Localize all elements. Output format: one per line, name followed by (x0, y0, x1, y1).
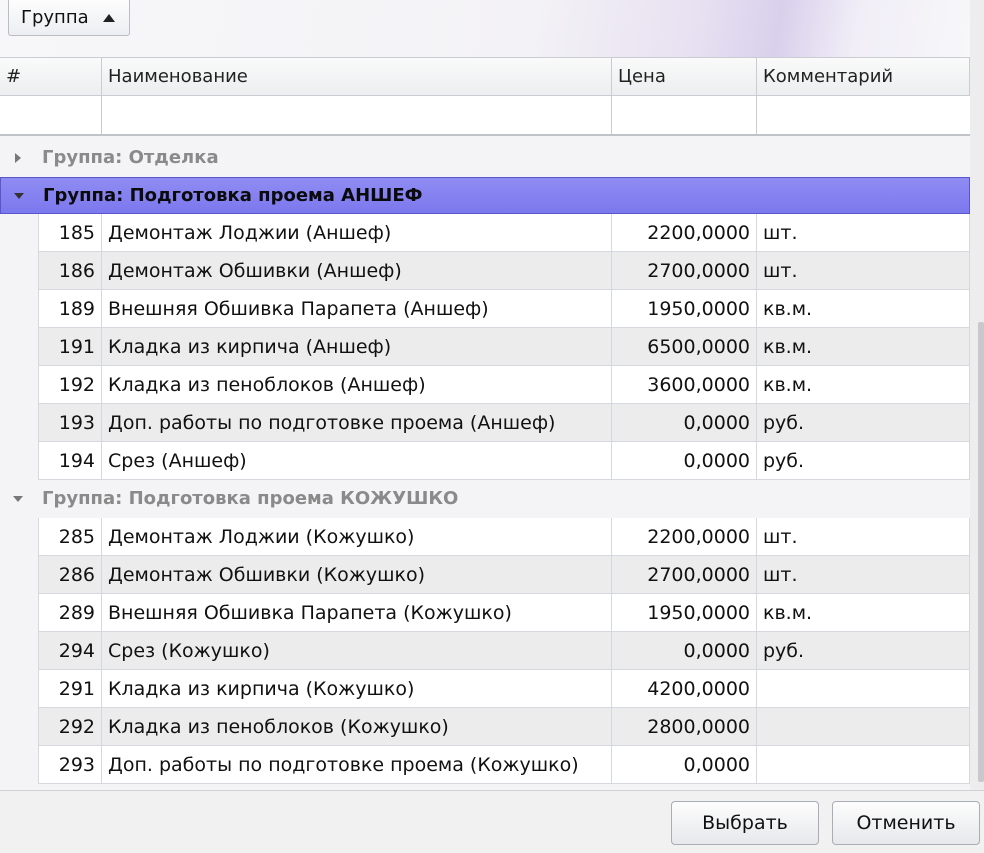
cell-comment: шт. (757, 214, 970, 252)
column-header-comment[interactable]: Комментарий (757, 58, 970, 96)
table-row[interactable]: 185 Демонтаж Лоджии (Аншеф) 2200,0000 шт. (0, 214, 970, 252)
cell-id: 289 (38, 594, 102, 632)
cell-id: 193 (38, 404, 102, 442)
dialog-footer: Выбрать Отменить (0, 790, 984, 853)
cell-price: 1950,0000 (612, 594, 757, 632)
cell-comment (757, 670, 970, 708)
cell-price: 6500,0000 (612, 328, 757, 366)
scrollbar-thumb[interactable] (978, 322, 984, 782)
sort-ascending-icon[interactable] (102, 13, 115, 22)
group-row[interactable]: Группа: Отделка (0, 139, 970, 177)
expand-icon[interactable] (10, 139, 26, 177)
cell-comment: руб. (757, 632, 970, 670)
table-row[interactable]: 186 Демонтаж Обшивки (Аншеф) 2700,0000 шт. (0, 252, 970, 290)
cell-price: 2200,0000 (612, 214, 757, 252)
cell-comment: шт. (757, 518, 970, 556)
cell-name: Демонтаж Обшивки (Кожушко) (102, 556, 612, 594)
group-by-label: Группа (21, 7, 89, 28)
cell-name: Демонтаж Обшивки (Аншеф) (102, 252, 612, 290)
cell-comment (757, 746, 970, 784)
table-row[interactable]: 289 Внешняя Обшивка Парапета (Кожушко) 195… (0, 594, 970, 632)
column-header-price[interactable]: Цена (612, 58, 757, 96)
cell-price: 0,0000 (612, 404, 757, 442)
cell-name: Срез (Аншеф) (102, 442, 612, 480)
cell-id: 285 (38, 518, 102, 556)
cell-price: 2200,0000 (612, 518, 757, 556)
cell-comment: руб. (757, 404, 970, 442)
cell-id: 291 (38, 670, 102, 708)
filter-cell-num[interactable] (0, 96, 102, 134)
table-row[interactable]: 191 Кладка из кирпича (Аншеф) 6500,0000 кв.… (0, 328, 970, 366)
table-row[interactable]: 286 Демонтаж Обшивки (Кожушко) 2700,0000 шт… (0, 556, 970, 594)
cell-name: Кладка из пеноблоков (Кожушко) (102, 708, 612, 746)
data-grid: Группа: Отделка Группа: Подготовка проема… (0, 139, 970, 784)
table-row[interactable]: 292 Кладка из пеноблоков (Кожушко) 2800,00… (0, 708, 970, 746)
filter-cell-name[interactable] (102, 96, 612, 134)
cell-id: 186 (38, 252, 102, 290)
cell-price: 4200,0000 (612, 670, 757, 708)
filter-row (0, 96, 970, 136)
group-label: Группа: Отделка (42, 147, 219, 168)
cell-name: Доп. работы по подготовке проема (Аншеф) (102, 404, 612, 442)
cell-id: 294 (38, 632, 102, 670)
table-row[interactable]: 194 Срез (Аншеф) 0,0000 руб. (0, 442, 970, 480)
cell-id: 293 (38, 746, 102, 784)
cell-name: Срез (Кожушко) (102, 632, 612, 670)
table-row[interactable]: 291 Кладка из кирпича (Кожушко) 4200,0000 (0, 670, 970, 708)
cell-price: 0,0000 (612, 746, 757, 784)
cell-name: Демонтаж Лоджии (Аншеф) (102, 214, 612, 252)
table-row[interactable]: 192 Кладка из пеноблоков (Аншеф) 3600,0000… (0, 366, 970, 404)
cell-price: 3600,0000 (612, 366, 757, 404)
cell-price: 2700,0000 (612, 252, 757, 290)
table-row[interactable]: 285 Демонтаж Лоджии (Кожушко) 2200,0000 шт. (0, 518, 970, 556)
cell-id: 194 (38, 442, 102, 480)
group-row[interactable]: Группа: Подготовка проема КОЖУШКО (0, 480, 970, 518)
cell-comment: руб. (757, 442, 970, 480)
cell-id: 192 (38, 366, 102, 404)
cell-id: 286 (38, 556, 102, 594)
cell-comment: шт. (757, 556, 970, 594)
cell-id: 185 (38, 214, 102, 252)
group-label: Группа: Подготовка проема КОЖУШКО (42, 488, 459, 509)
cell-price: 2800,0000 (612, 708, 757, 746)
cell-name: Кладка из кирпича (Кожушко) (102, 670, 612, 708)
table-row[interactable]: 294 Срез (Кожушко) 0,0000 руб. (0, 632, 970, 670)
cell-name: Доп. работы по подготовке проема (Кожушк… (102, 746, 612, 784)
cell-comment: шт. (757, 252, 970, 290)
cell-name: Демонтаж Лоджии (Кожушко) (102, 518, 612, 556)
cell-id: 189 (38, 290, 102, 328)
group-row[interactable]: Группа: Подготовка проема АНШЕФ (0, 177, 970, 214)
table-row[interactable]: 293 Доп. работы по подготовке проема (Кож… (0, 746, 970, 784)
cell-comment: кв.м. (757, 594, 970, 632)
cell-price: 2700,0000 (612, 556, 757, 594)
cell-name: Кладка из кирпича (Аншеф) (102, 328, 612, 366)
select-button[interactable]: Выбрать (671, 801, 819, 845)
column-header-name[interactable]: Наименование (102, 58, 612, 96)
cell-comment (757, 708, 970, 746)
cell-price: 0,0000 (612, 632, 757, 670)
group-by-button[interactable]: Группа (8, 0, 130, 36)
grid-header: # Наименование Цена Комментарий (0, 57, 970, 96)
cell-comment: кв.м. (757, 290, 970, 328)
collapse-icon[interactable] (11, 178, 27, 213)
group-label: Группа: Подготовка проема АНШЕФ (43, 185, 423, 206)
cell-price: 1950,0000 (612, 290, 757, 328)
cell-comment: кв.м. (757, 366, 970, 404)
cell-price: 0,0000 (612, 442, 757, 480)
cancel-button[interactable]: Отменить (832, 801, 980, 845)
collapse-icon[interactable] (10, 480, 26, 518)
cell-name: Внешняя Обшивка Парапета (Кожушко) (102, 594, 612, 632)
filter-cell-comment[interactable] (757, 96, 970, 134)
table-row[interactable]: 189 Внешняя Обшивка Парапета (Аншеф) 1950,… (0, 290, 970, 328)
cell-id: 292 (38, 708, 102, 746)
filter-cell-price[interactable] (612, 96, 757, 134)
column-header-num[interactable]: # (0, 58, 102, 96)
cell-name: Кладка из пеноблоков (Аншеф) (102, 366, 612, 404)
cell-id: 191 (38, 328, 102, 366)
group-panel: Группа (0, 0, 970, 57)
cell-name: Внешняя Обшивка Парапета (Аншеф) (102, 290, 612, 328)
table-row[interactable]: 193 Доп. работы по подготовке проема (Анш… (0, 404, 970, 442)
cell-comment: кв.м. (757, 328, 970, 366)
